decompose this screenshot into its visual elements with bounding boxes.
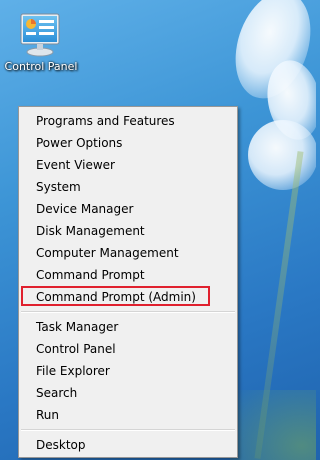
menu-item-task-manager[interactable]: Task Manager	[19, 316, 237, 338]
foliage-decoration	[230, 390, 316, 460]
menu-group-desktop: Desktop	[19, 434, 237, 456]
menu-item-computer-management[interactable]: Computer Management	[19, 242, 237, 264]
menu-item-disk-management[interactable]: Disk Management	[19, 220, 237, 242]
desktop-icon-label: Control Panel	[4, 60, 78, 73]
menu-separator	[21, 429, 235, 431]
control-panel-icon	[20, 13, 60, 57]
menu-item-desktop[interactable]: Desktop	[19, 434, 237, 456]
menu-item-system[interactable]: System	[19, 176, 237, 198]
menu-item-programs-and-features[interactable]: Programs and Features	[19, 110, 237, 132]
menu-item-device-manager[interactable]: Device Manager	[19, 198, 237, 220]
menu-item-file-explorer[interactable]: File Explorer	[19, 360, 237, 382]
desktop-icon-control-panel[interactable]: Control Panel	[2, 12, 80, 73]
menu-item-control-panel[interactable]: Control Panel	[19, 338, 237, 360]
menu-item-search[interactable]: Search	[19, 382, 237, 404]
menu-group-system-tools: Task Manager Control Panel File Explorer…	[19, 316, 237, 426]
menu-group-admin-tools: Programs and Features Power Options Even…	[19, 110, 237, 308]
menu-item-event-viewer[interactable]: Event Viewer	[19, 154, 237, 176]
menu-item-power-options[interactable]: Power Options	[19, 132, 237, 154]
menu-item-command-prompt[interactable]: Command Prompt	[19, 264, 237, 286]
menu-item-command-prompt-admin[interactable]: Command Prompt (Admin)	[19, 286, 237, 308]
winx-context-menu: Programs and Features Power Options Even…	[18, 106, 238, 458]
menu-item-run[interactable]: Run	[19, 404, 237, 426]
menu-separator	[21, 311, 235, 313]
flower-petal-decoration	[248, 120, 316, 190]
